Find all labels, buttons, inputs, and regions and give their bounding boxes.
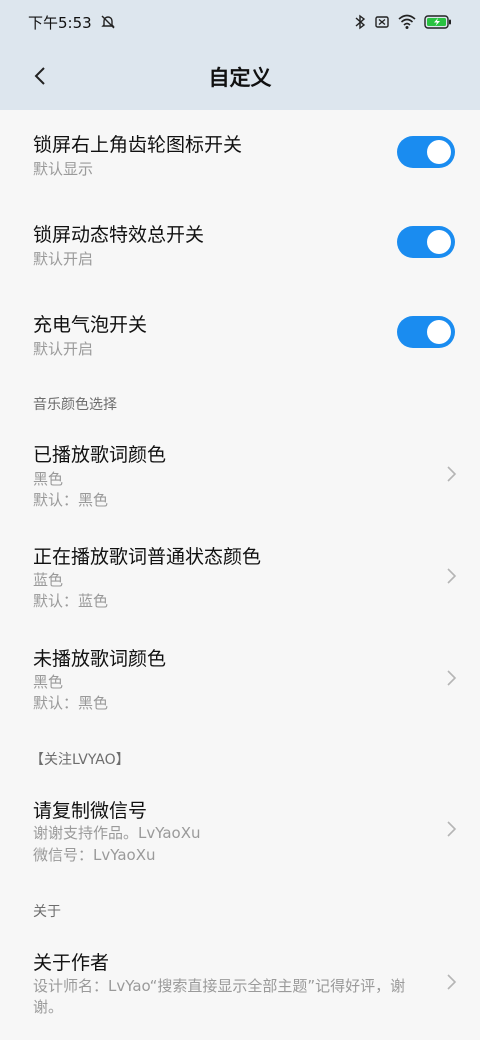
mute-bell-icon	[100, 14, 116, 30]
charging-bubble-toggle[interactable]	[397, 316, 455, 348]
bluetooth-icon	[354, 14, 366, 30]
section-header-about: 关于	[33, 904, 61, 920]
chevron-right-icon	[447, 821, 457, 837]
item-value: 黑色	[33, 673, 64, 691]
list-item-played-lyric-color[interactable]: 已播放歌词颜色 黑色 默认：黑色	[0, 428, 480, 528]
chevron-right-icon	[447, 568, 457, 584]
item-title: 已播放歌词颜色	[33, 444, 167, 466]
toggle-title: 充电气泡开关	[33, 314, 148, 336]
toggle-subtitle: 默认开启	[33, 250, 94, 268]
item-value: 蓝色	[33, 571, 64, 589]
gear-icon-toggle[interactable]	[397, 136, 455, 168]
toggle-row-gear-icon[interactable]: 锁屏右上角齿轮图标开关 默认显示	[0, 118, 480, 208]
item-line2: 谢。	[33, 998, 64, 1016]
list-item-playing-lyric-color[interactable]: 正在播放歌词普通状态颜色 蓝色 默认：蓝色	[0, 530, 480, 630]
item-title: 正在播放歌词普通状态颜色	[33, 546, 262, 568]
item-title: 关于作者	[33, 952, 110, 974]
toggle-title: 锁屏动态特效总开关	[33, 224, 205, 246]
item-line1: 设计师名：LvYao“搜索直接显示全部主题”记得好评，谢	[33, 977, 406, 995]
status-bar: 下午5:53	[0, 0, 480, 44]
item-default: 默认：黑色	[33, 491, 109, 509]
toggle-title: 锁屏右上角齿轮图标开关	[33, 134, 243, 156]
section-header-follow: 【关注LVYAO】	[30, 752, 130, 768]
item-title: 请复制微信号	[33, 800, 148, 822]
chevron-right-icon	[447, 670, 457, 686]
item-line1: 谢谢支持作品。LvYaoXu	[33, 824, 201, 842]
toggle-row-charging-bubble[interactable]: 充电气泡开关 默认开启	[0, 298, 480, 388]
dynamic-effects-toggle[interactable]	[397, 226, 455, 258]
sim-off-icon	[374, 14, 390, 30]
status-time: 下午5:53	[28, 13, 92, 32]
item-title: 未播放歌词颜色	[33, 648, 167, 670]
list-item-copy-wechat[interactable]: 请复制微信号 谢谢支持作品。LvYaoXu 微信号：LvYaoXu	[0, 784, 480, 884]
chevron-right-icon	[447, 466, 457, 482]
list-item-unplayed-lyric-color[interactable]: 未播放歌词颜色 黑色 默认：黑色	[0, 632, 480, 732]
toggle-subtitle: 默认开启	[33, 340, 94, 358]
toggle-knob	[427, 140, 451, 164]
battery-charging-icon	[424, 15, 452, 29]
wifi-icon	[398, 14, 416, 30]
item-value: 黑色	[33, 470, 64, 488]
section-header-music: 音乐颜色选择	[33, 397, 117, 413]
item-default: 默认：蓝色	[33, 592, 109, 610]
page-title: 自定义	[208, 66, 272, 90]
item-default: 默认：黑色	[33, 694, 109, 712]
toggle-row-dynamic-effects[interactable]: 锁屏动态特效总开关 默认开启	[0, 208, 480, 298]
list-item-about-author[interactable]: 关于作者 设计师名：LvYao“搜索直接显示全部主题”记得好评，谢 谢。	[0, 936, 480, 1036]
item-line2: 微信号：LvYaoXu	[33, 846, 156, 864]
toggle-knob	[427, 320, 451, 344]
chevron-right-icon	[447, 974, 457, 990]
toggle-subtitle: 默认显示	[33, 160, 94, 178]
toggle-knob	[427, 230, 451, 254]
title-bar: 自定义	[0, 44, 480, 110]
